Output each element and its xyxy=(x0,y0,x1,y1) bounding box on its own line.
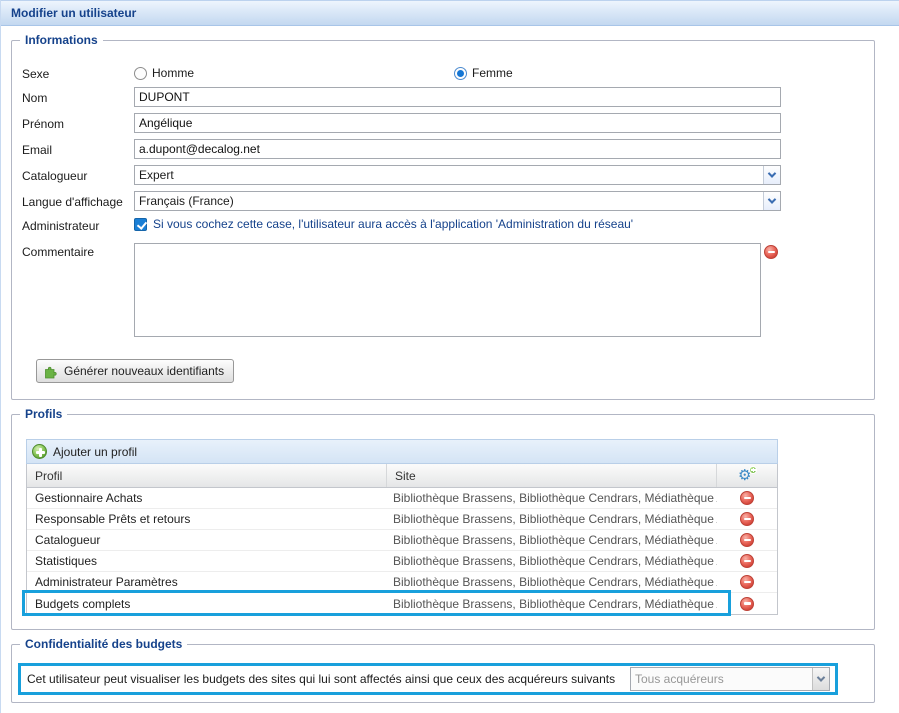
profile-name: Administrateur Paramètres xyxy=(27,575,387,589)
add-profile-label: Ajouter un profil xyxy=(53,445,137,459)
catalogueur-select-value: Expert xyxy=(135,166,763,184)
email-field[interactable] xyxy=(134,139,781,159)
administrateur-label: Administrateur xyxy=(22,217,134,233)
profils-fieldset: Profils Ajouter un profil Profil Site ⚙ xyxy=(11,414,875,630)
email-label: Email xyxy=(22,141,134,157)
radio-homme-icon[interactable] xyxy=(134,67,147,80)
grid-header: Profil Site ⚙ xyxy=(26,464,778,488)
commentaire-label: Commentaire xyxy=(22,243,134,259)
sexe-label: Sexe xyxy=(22,65,134,81)
column-header-site[interactable]: Site xyxy=(387,464,717,487)
profile-sites: Bibliothèque Brassens, Bibliothèque Cend… xyxy=(387,554,717,568)
profile-name: Budgets complets xyxy=(27,597,387,611)
configure-columns-icon[interactable]: ⚙ xyxy=(738,468,756,484)
radio-homme-label: Homme xyxy=(152,66,194,80)
langue-row: Langue d'affichage Français (France) xyxy=(22,191,864,211)
nom-row: Nom xyxy=(22,87,864,107)
profile-sites: Bibliothèque Brassens, Bibliothèque Cend… xyxy=(387,491,717,505)
catalogueur-select[interactable]: Expert xyxy=(134,165,781,185)
profile-name: Statistiques xyxy=(27,554,387,568)
radio-femme-label: Femme xyxy=(472,66,513,80)
prenom-row: Prénom xyxy=(22,113,864,133)
catalogueur-select-trigger[interactable] xyxy=(763,166,780,184)
profile-row-administrateur-parametres[interactable]: Administrateur Paramètres Bibliothèque B… xyxy=(27,572,777,593)
puzzle-icon xyxy=(43,363,59,379)
profils-legend: Profils xyxy=(20,407,67,421)
langue-select-value: Français (France) xyxy=(135,192,763,210)
edit-user-window: Modifier un utilisateur Informations Sex… xyxy=(0,0,899,713)
radio-option-homme[interactable]: Homme xyxy=(134,66,194,80)
chevron-down-icon xyxy=(817,673,825,681)
profile-name: Responsable Prêts et retours xyxy=(27,512,387,526)
generate-credentials-label: Générer nouveaux identifiants xyxy=(64,364,224,378)
budget-confidentiality-highlight: Cet utilisateur peut visualiser les budg… xyxy=(18,663,838,695)
delete-profile-icon[interactable] xyxy=(740,533,754,547)
profile-name: Catalogueur xyxy=(27,533,387,547)
sexe-row: Sexe Homme Femme xyxy=(22,65,864,81)
acquereurs-select[interactable]: Tous acquéreurs xyxy=(630,667,830,691)
acquereurs-select-value: Tous acquéreurs xyxy=(631,668,812,690)
profile-row-statistiques[interactable]: Statistiques Bibliothèque Brassens, Bibl… xyxy=(27,551,777,572)
plus-icon xyxy=(32,444,47,459)
catalogueur-row: Catalogueur Expert xyxy=(22,165,864,185)
delete-profile-icon[interactable] xyxy=(740,491,754,505)
profile-row-catalogueur[interactable]: Catalogueur Bibliothèque Brassens, Bibli… xyxy=(27,530,777,551)
delete-profile-icon[interactable] xyxy=(740,512,754,526)
radio-femme-icon[interactable] xyxy=(454,67,467,80)
langue-select-trigger[interactable] xyxy=(763,192,780,210)
window-titlebar: Modifier un utilisateur xyxy=(1,0,899,26)
catalogueur-label: Catalogueur xyxy=(22,167,134,183)
column-header-actions: ⚙ xyxy=(717,464,777,487)
profile-sites: Bibliothèque Brassens, Bibliothèque Cend… xyxy=(387,575,717,589)
administrateur-checkbox[interactable] xyxy=(134,218,147,231)
profile-row-gestionnaire-achats[interactable]: Gestionnaire Achats Bibliothèque Brassen… xyxy=(27,488,777,509)
nom-label: Nom xyxy=(22,89,134,105)
administrateur-hint: Si vous cochez cette case, l'utilisateur… xyxy=(153,217,633,231)
grid-body: Gestionnaire Achats Bibliothèque Brassen… xyxy=(26,488,778,615)
confidentialite-fieldset: Confidentialité des budgets Cet utilisat… xyxy=(11,644,875,703)
generate-credentials-button[interactable]: Générer nouveaux identifiants xyxy=(36,359,234,383)
email-row: Email xyxy=(22,139,864,159)
gear-plus-badge xyxy=(749,466,757,474)
profile-sites: Bibliothèque Brassens, Bibliothèque Cend… xyxy=(387,533,717,547)
informations-fieldset: Informations Sexe Homme Femme Nom Prénom… xyxy=(11,40,875,400)
profile-row-budgets-complets[interactable]: Budgets complets Bibliothèque Brassens, … xyxy=(27,593,777,614)
acquereurs-select-trigger[interactable] xyxy=(812,668,829,690)
chevron-down-icon xyxy=(768,169,776,177)
column-header-profil[interactable]: Profil xyxy=(27,464,387,487)
commentaire-row: Commentaire xyxy=(22,243,864,337)
confidentialite-legend: Confidentialité des budgets xyxy=(20,637,187,651)
nom-field[interactable] xyxy=(134,87,781,107)
chevron-down-icon xyxy=(768,195,776,203)
prenom-label: Prénom xyxy=(22,115,134,131)
clear-commentaire-icon[interactable] xyxy=(764,245,778,259)
profile-sites: Bibliothèque Brassens, Bibliothèque Cend… xyxy=(387,512,717,526)
delete-profile-icon[interactable] xyxy=(740,554,754,568)
administrateur-row: Administrateur Si vous cochez cette case… xyxy=(22,217,864,233)
window-title: Modifier un utilisateur xyxy=(11,6,136,20)
profile-name: Gestionnaire Achats xyxy=(27,491,387,505)
langue-label: Langue d'affichage xyxy=(22,193,134,209)
prenom-field[interactable] xyxy=(134,113,781,133)
langue-select[interactable]: Français (France) xyxy=(134,191,781,211)
delete-profile-icon[interactable] xyxy=(740,575,754,589)
profile-row-responsable-prets[interactable]: Responsable Prêts et retours Bibliothèqu… xyxy=(27,509,777,530)
profils-grid: Ajouter un profil Profil Site ⚙ Gestionn… xyxy=(26,439,778,615)
profile-sites: Bibliothèque Brassens, Bibliothèque Cend… xyxy=(387,597,717,611)
radio-option-femme[interactable]: Femme xyxy=(454,66,513,80)
budget-confidentiality-text: Cet utilisateur peut visualiser les budg… xyxy=(27,672,615,686)
informations-legend: Informations xyxy=(20,33,103,47)
commentaire-field[interactable] xyxy=(134,243,761,337)
delete-profile-icon[interactable] xyxy=(740,597,754,611)
add-profile-button[interactable]: Ajouter un profil xyxy=(26,439,778,464)
